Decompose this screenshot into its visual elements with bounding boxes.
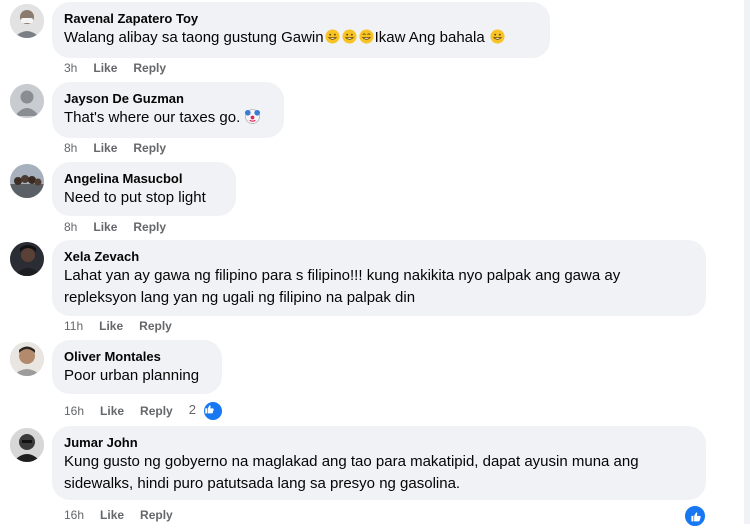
comment-actions: 8h Like Reply — [64, 140, 182, 156]
reply-button[interactable]: Reply — [133, 140, 166, 156]
reaction-summary[interactable]: 2 — [189, 400, 224, 422]
comment-actions: 16h Like Reply — [64, 507, 189, 523]
comment-timestamp[interactable]: 8h — [64, 219, 77, 235]
thumbs-up-icon — [201, 400, 224, 422]
comment-actions: 16h Like Reply 2 — [64, 400, 224, 422]
like-button[interactable]: Like — [100, 403, 124, 419]
comment-author[interactable]: Ravenal Zapatero Toy — [64, 10, 538, 27]
comment-text-line: Kung gusto ng gobyerno na maglakad ang t… — [64, 453, 639, 470]
reply-button[interactable]: Reply — [140, 507, 173, 523]
comment-bubble: Oliver Montales Poor urban planning — [52, 340, 222, 394]
comment-text-line: Lahat yan ay gawa ng filipino para s fil… — [64, 267, 621, 284]
reply-button[interactable]: Reply — [139, 318, 172, 334]
comment-bubble: Jumar John Kung gusto ng gobyerno na mag… — [52, 426, 706, 500]
comment-text: Need to put stop light — [64, 189, 206, 206]
comment-bubble: Angelina Masucbol Need to put stop light — [52, 162, 236, 216]
grin-emoji-icon — [342, 29, 357, 44]
comment-text: Poor urban planning — [64, 367, 200, 384]
comment-actions: 3h Like Reply — [64, 60, 182, 76]
comment-author[interactable]: Angelina Masucbol — [64, 170, 224, 187]
comment-text: Walang alibay sa taong gustung Gawin Ikaw… — [64, 27, 538, 49]
comment-author[interactable]: Xela Zevach — [64, 248, 694, 265]
like-button[interactable]: Like — [99, 318, 123, 334]
reply-button[interactable]: Reply — [133, 60, 166, 76]
avatar[interactable] — [10, 342, 44, 376]
comment-actions: 8h Like Reply — [64, 219, 182, 235]
reaction-count: 2 — [188, 402, 196, 417]
avatar[interactable] — [10, 242, 44, 276]
avatar[interactable] — [10, 84, 44, 118]
avatar[interactable] — [10, 164, 44, 198]
comment-text-line: repleksyon lang yan ng ugali ng filipino… — [64, 289, 416, 306]
comment-text-line: sidewalks, hindi puro patutsada lang sa … — [64, 475, 461, 492]
thumbs-up-icon[interactable] — [683, 504, 707, 528]
avatar[interactable] — [10, 4, 44, 38]
comment-author[interactable]: Oliver Montales — [64, 348, 210, 365]
like-button[interactable]: Like — [93, 219, 117, 235]
clown-emoji-icon — [245, 109, 261, 124]
smile-emoji-icon — [359, 29, 374, 44]
like-button[interactable]: Like — [93, 60, 117, 76]
avatar[interactable] — [10, 428, 44, 462]
reply-button[interactable]: Reply — [140, 403, 173, 419]
grin-emoji-icon — [490, 29, 505, 44]
like-button[interactable]: Like — [100, 507, 124, 523]
comment-bubble: Jayson De Guzman That's where our taxes … — [52, 82, 284, 138]
comment-timestamp[interactable]: 16h — [64, 403, 84, 419]
comment-bubble: Xela Zevach Lahat yan ay gawa ng filipin… — [52, 240, 706, 316]
comment-actions: 11h Like Reply — [64, 318, 188, 334]
like-button[interactable]: Like — [93, 140, 117, 156]
comment-timestamp[interactable]: 3h — [64, 60, 77, 76]
comment-timestamp[interactable]: 16h — [64, 507, 84, 523]
scrollbar-track[interactable] — [744, 0, 750, 524]
comment-bubble: Ravenal Zapatero Toy Walang alibay sa ta… — [52, 2, 550, 58]
comment-author[interactable]: Jayson De Guzman — [64, 90, 272, 107]
reply-button[interactable]: Reply — [133, 219, 166, 235]
grin-emoji-icon — [325, 29, 340, 44]
comment-timestamp[interactable]: 11h — [64, 318, 83, 334]
comment-text: That's where our taxes go. — [64, 107, 272, 129]
comment-author[interactable]: Jumar John — [64, 434, 694, 451]
comment-timestamp[interactable]: 8h — [64, 140, 77, 156]
